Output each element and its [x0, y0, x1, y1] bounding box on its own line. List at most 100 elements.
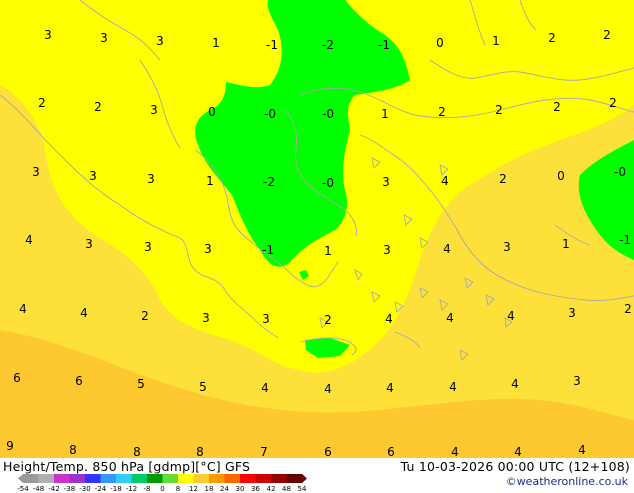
- scale-tick-label: -8: [143, 485, 151, 493]
- temperature-value: 2: [499, 172, 507, 186]
- scale-tick-label: 0: [160, 485, 165, 493]
- temperature-value: 3: [44, 28, 52, 42]
- temperature-value: 6: [75, 374, 83, 388]
- scale-swatch: [131, 474, 148, 483]
- temperature-value: 4: [386, 381, 394, 395]
- temperature-value: 3: [382, 175, 390, 189]
- scale-swatches: [18, 474, 307, 483]
- temperature-value: 4: [80, 306, 88, 320]
- temperature-value: 0: [557, 169, 565, 183]
- temperature-value: 4: [446, 311, 454, 325]
- temperature-value: -0: [322, 176, 334, 190]
- temperature-value: 3: [573, 374, 581, 388]
- temperature-value: -2: [322, 38, 334, 52]
- temperature-value: 1: [492, 34, 500, 48]
- chart-title: Height/Temp. 850 hPa [gdmp][°C] GFS: [3, 459, 251, 474]
- temperature-value: 4: [507, 309, 515, 323]
- temperature-value: -0: [614, 165, 626, 179]
- temperature-value: 1: [324, 244, 332, 258]
- temperature-value: 3: [85, 237, 93, 251]
- temperature-value: -2: [263, 175, 275, 189]
- temperature-value: 2: [609, 96, 617, 110]
- scale-swatch: [178, 474, 194, 483]
- scale-tick-label: -54: [17, 485, 29, 493]
- scale-tick-label: 8: [175, 485, 181, 493]
- temperature-value: 4: [261, 381, 269, 395]
- scale-swatch: [286, 474, 303, 483]
- temperature-value: -0: [322, 107, 334, 121]
- temperature-value: 2: [624, 302, 632, 316]
- temperature-value: 6: [13, 371, 21, 385]
- temperature-value: 1: [562, 237, 570, 251]
- valid-time: Tu 10-03-2026 00:00 UTC (12+108): [400, 459, 630, 474]
- scale-swatch: [209, 474, 225, 483]
- scale-swatch: [54, 474, 70, 483]
- temperature-value: 2: [553, 100, 561, 114]
- map-canvas: [0, 0, 634, 458]
- temperature-value: -1: [619, 233, 631, 247]
- footer: Height/Temp. 850 hPa [gdmp][°C] GFS Tu 1…: [0, 458, 634, 493]
- temperature-value: 2: [94, 100, 102, 114]
- temperature-value: 2: [548, 31, 556, 45]
- temperature-value: 3: [156, 34, 164, 48]
- scale-tick-label: -42: [48, 485, 60, 493]
- temperature-value: 4: [449, 380, 457, 394]
- temperature-value: 3: [568, 306, 576, 320]
- scale-swatch: [271, 474, 287, 483]
- scale-swatch: [38, 474, 55, 483]
- scale-swatch: [147, 474, 163, 483]
- scale-tick-label: -12: [125, 485, 138, 493]
- temperature-value: 4: [324, 382, 332, 396]
- temperature-value: 2: [603, 28, 611, 42]
- temperature-value: 2: [438, 105, 446, 119]
- temperature-value: 4: [25, 233, 33, 247]
- scale-arrow-left: [18, 474, 23, 483]
- temperature-value: 7: [260, 445, 268, 458]
- temperature-value: 8: [133, 445, 141, 458]
- temperature-value: 3: [32, 165, 40, 179]
- scale-tick-label: -30: [79, 485, 91, 493]
- scale-tick-label: 18: [204, 485, 214, 493]
- scale-swatch: [116, 474, 132, 483]
- temperature-value: 4: [443, 242, 451, 256]
- temperature-value: 2: [324, 313, 332, 327]
- temperature-value: -0: [264, 107, 276, 121]
- temperature-value: 4: [19, 302, 27, 316]
- scale-tick-label: 42: [266, 485, 276, 493]
- temperature-value: 3: [150, 103, 158, 117]
- credit-link[interactable]: ©weatheronline.co.uk: [506, 475, 628, 488]
- scale-tick-label: 12: [189, 485, 198, 493]
- scale-swatch: [23, 474, 39, 483]
- temperature-value: 6: [324, 445, 332, 458]
- temperature-value: 8: [69, 443, 77, 457]
- temperature-value: 3: [262, 312, 270, 326]
- temperature-value: 0: [436, 36, 444, 50]
- scale-tick-label: 36: [251, 485, 260, 493]
- scale-tick-label: 48: [282, 485, 291, 493]
- temperature-value: 4: [385, 312, 393, 326]
- temperature-value: 5: [137, 377, 145, 391]
- temperature-value: 4: [578, 443, 586, 457]
- temperature-value: 4: [441, 174, 449, 188]
- temperature-value: 2: [38, 96, 46, 110]
- scale-swatch: [69, 474, 86, 483]
- scale-tick-label: 30: [235, 485, 245, 493]
- temperature-value: -1: [262, 243, 274, 257]
- scale-tick-label: -48: [32, 485, 45, 493]
- temperature-value: 3: [147, 172, 155, 186]
- temperature-value: 5: [199, 380, 207, 394]
- scale-swatch: [255, 474, 272, 483]
- temperature-value: 2: [495, 103, 503, 117]
- scale-swatch: [100, 474, 117, 483]
- temperature-value: 3: [89, 169, 97, 183]
- scale-tick-label: -18: [110, 485, 122, 493]
- temperature-value: 3: [204, 242, 212, 256]
- temperature-value: -1: [266, 38, 278, 52]
- scale-arrow-right: [302, 474, 307, 483]
- temperature-value: 3: [202, 311, 210, 325]
- scale-swatch: [193, 474, 210, 483]
- temperature-value: 3: [144, 240, 152, 254]
- scale-tick-label: -24: [94, 485, 107, 493]
- temperature-value: 4: [514, 445, 522, 458]
- temperature-value: 1: [212, 36, 220, 50]
